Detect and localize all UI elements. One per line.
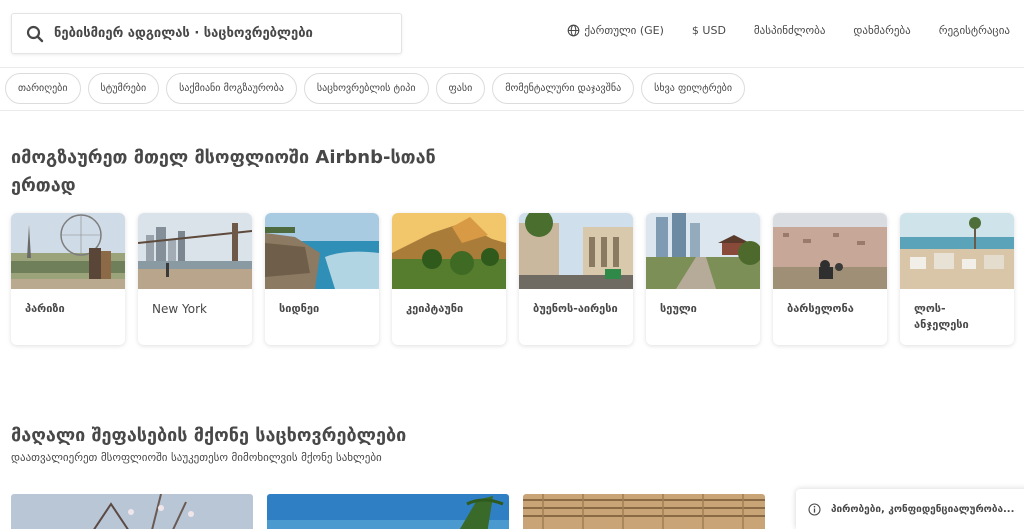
search-icon [26,25,44,43]
divider [0,110,1024,111]
header-nav: ქართული (GE) $ USD მასპინძლობა დახმარება… [567,24,1010,37]
search-placeholder: ნებისმიერ ადგილას · საცხოვრებლები [54,26,313,41]
city-image-buenos-aires [519,213,633,289]
filter-more[interactable]: სხვა ფილტრები [641,73,746,104]
filter-guests[interactable]: სტუმრები [87,73,160,104]
city-name: კეიპტაუნი [406,302,464,315]
city-image-seoul [646,213,760,289]
section-subtitle: დაათვალიერეთ მსოფლიოში საუკეთესო მიმოხილ… [11,451,382,464]
host-link[interactable]: მასპინძლობა [754,24,826,37]
policy-banner[interactable]: პირობები, კონფიდენციალურობა... [796,489,1024,529]
city-card-barcelona[interactable]: ბარსელონა [773,213,887,345]
language-selector[interactable]: ქართული (GE) [567,24,664,37]
filter-work-trip[interactable]: საქმიანი მოგზაურობა [166,73,297,104]
section-title-top-rated: მაღალი შეფასების მქონე საცხოვრებლები [11,425,407,446]
section-title-explore: იმოგზაურეთ მთელ მსოფლიოში Airbnb-სთან ერ… [11,147,436,196]
filter-dates[interactable]: თარიღები [5,73,81,104]
city-card-sydney[interactable]: სიდნეი [265,213,379,345]
city-name: New York [152,302,207,316]
city-name: ლოს-ანჯელესი [914,302,969,331]
filter-instant-book[interactable]: მომენტალური დაჯავშნა [492,73,635,104]
city-card-new-york[interactable]: New York [138,213,252,345]
globe-icon [567,24,580,37]
top-header: ნებისმიერ ადგილას · საცხოვრებლები ქართულ… [0,0,1024,68]
city-card-seoul[interactable]: სეული [646,213,760,345]
city-image-new-york [138,213,252,289]
city-image-cape-town [392,213,506,289]
language-label: ქართული (GE) [584,24,664,37]
city-image-barcelona [773,213,887,289]
city-image-paris [11,213,125,289]
city-cards: პარიზი New York სიდნეი კეიპტაუნი ბუენოს-… [11,213,1024,345]
listing-photo[interactable] [523,494,765,529]
listing-photo[interactable] [11,494,253,529]
city-card-buenos-aires[interactable]: ბუენოს-აირესი [519,213,633,345]
city-card-paris[interactable]: პარიზი [11,213,125,345]
signup-link[interactable]: რეგისტრაცია [939,24,1010,37]
listing-photo[interactable] [267,494,509,529]
policy-text: პირობები, კონფიდენციალურობა... [831,503,1015,515]
help-link[interactable]: დახმარება [853,24,910,37]
search-input[interactable]: ნებისმიერ ადგილას · საცხოვრებლები [11,13,402,54]
city-name: პარიზი [25,302,65,315]
city-card-los-angeles[interactable]: ლოს-ანჯელესი [900,213,1014,345]
filter-price[interactable]: ფასი [435,73,486,104]
top-rated-photos [11,494,779,529]
city-name: სეული [660,302,697,315]
currency-selector[interactable]: $ USD [692,24,726,37]
info-icon [808,502,821,516]
city-name: ბარსელონა [787,302,854,315]
city-name: ბუენოს-აირესი [533,302,618,315]
filter-bar: თარიღები სტუმრები საქმიანი მოგზაურობა სა… [5,73,752,104]
city-card-cape-town[interactable]: კეიპტაუნი [392,213,506,345]
city-image-los-angeles [900,213,1014,289]
city-image-sydney [265,213,379,289]
city-name: სიდნეი [279,302,320,315]
filter-home-type[interactable]: საცხოვრებლის ტიპი [303,73,429,104]
